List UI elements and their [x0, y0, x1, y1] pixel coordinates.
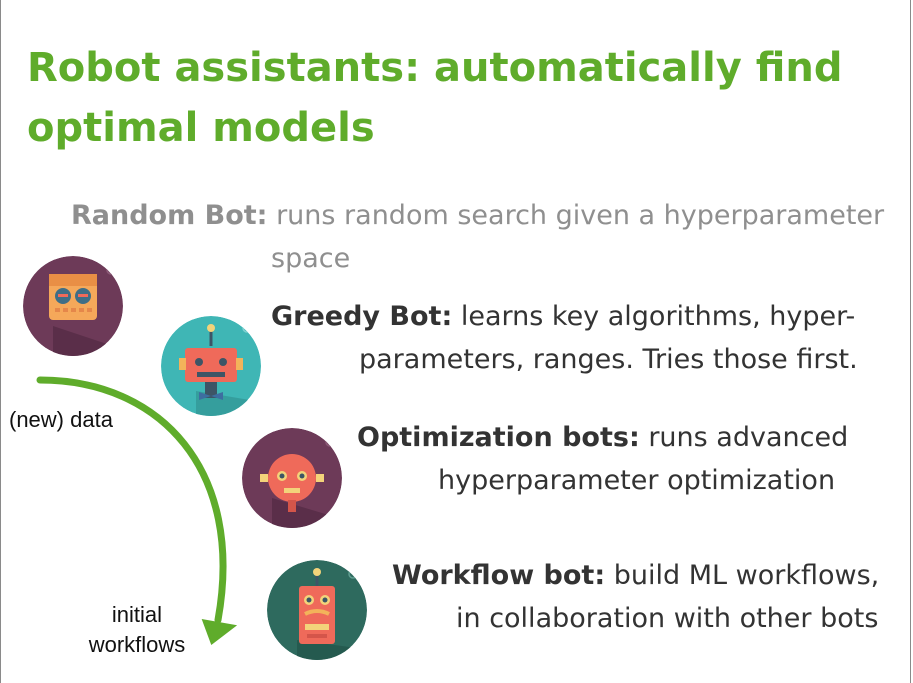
optimization-bot-line2: hyperparameter optimization — [438, 465, 836, 496]
robot-icon-green — [267, 560, 367, 660]
robot-icon-teal — [161, 316, 261, 416]
greedy-bot-description: Greedy Bot: learns key algorithms, hyper… — [271, 295, 891, 381]
initial-label-line1: initial — [111, 602, 163, 627]
random-bot-name: Random Bot: — [71, 200, 268, 231]
robot-icon-red — [242, 428, 342, 528]
random-bot-line1: runs random search given a hyperparamete… — [267, 200, 885, 231]
workflow-bot-description: Workflow bot: build ML workflows, in col… — [392, 554, 907, 640]
greedy-bot-line2: parameters, ranges. Tries those first. — [359, 344, 858, 375]
greedy-bot-name: Greedy Bot: — [271, 301, 453, 332]
workflow-bot-line2: in collaboration with other bots — [456, 603, 879, 634]
greedy-bot-line1: learns key algorithms, hyper- — [452, 301, 856, 332]
robot-icon-purple — [23, 256, 123, 356]
optimization-bot-description: Optimization bots: runs advanced hyperpa… — [357, 416, 897, 502]
workflow-bot-line1: build ML workflows, — [605, 560, 880, 591]
random-bot-description: Random Bot: runs random search given a h… — [71, 194, 901, 280]
optimization-bot-line1: runs advanced — [639, 422, 849, 453]
slide-title: Robot assistants: automatically find opt… — [27, 45, 843, 151]
initial-label-line2: workflows — [88, 632, 186, 657]
optimization-bot-name: Optimization bots: — [357, 422, 640, 453]
new-data-label: (new) data — [9, 407, 113, 432]
workflow-bot-name: Workflow bot: — [392, 560, 606, 591]
initial-workflows-label: initial workflows — [77, 600, 197, 660]
random-bot-line2: space — [271, 243, 351, 274]
